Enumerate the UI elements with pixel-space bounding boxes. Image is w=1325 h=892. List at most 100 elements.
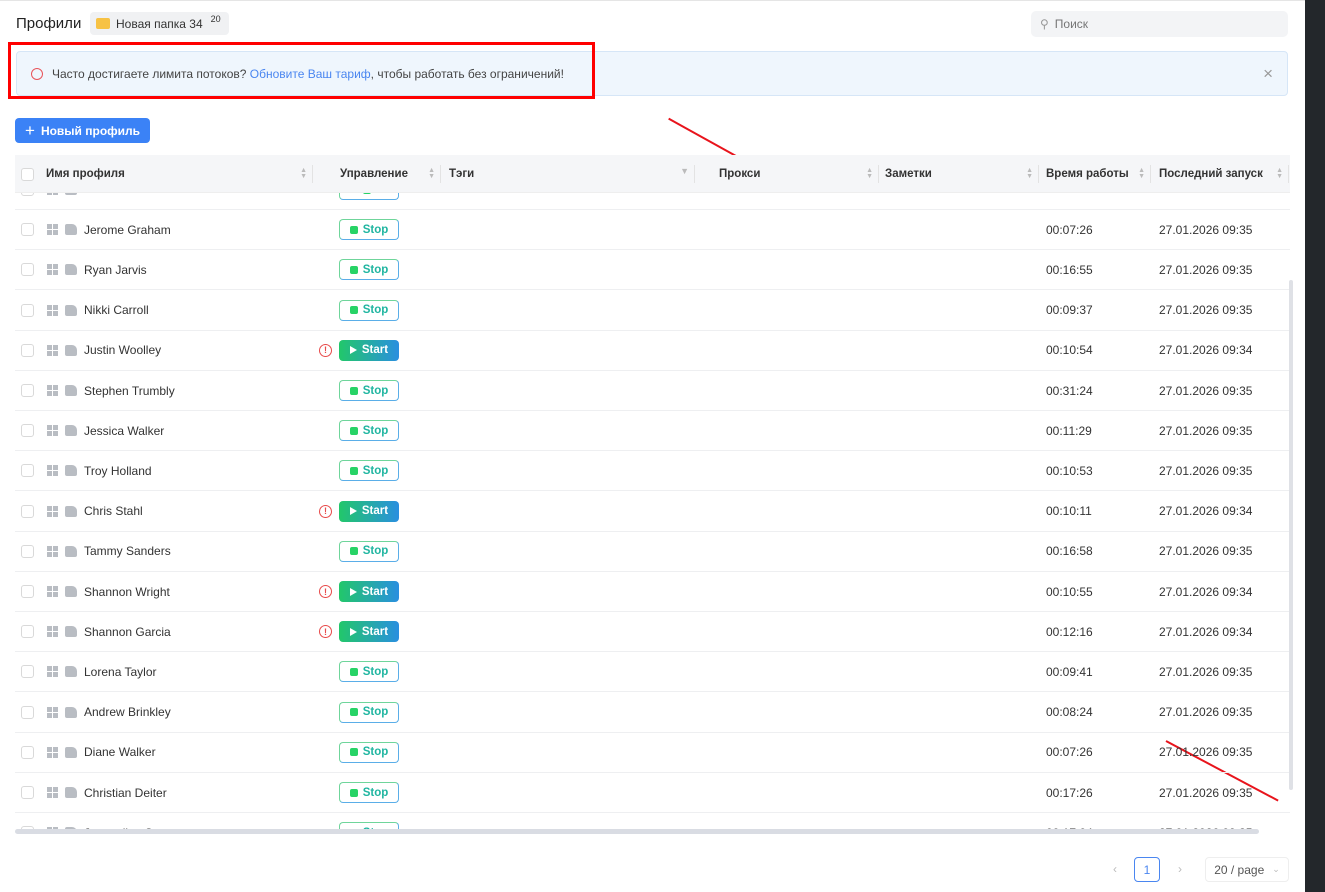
row-checkbox[interactable]	[21, 705, 34, 719]
column-proxy[interactable]: Прокси ▲ ▼	[695, 155, 879, 193]
table-row[interactable]: Jacqueline Scot Stop 00:17:04 27.01.2026…	[15, 813, 1290, 830]
grid-icon[interactable]	[47, 505, 58, 517]
profile-name[interactable]: Shannon Wright	[84, 585, 170, 599]
profile-name[interactable]: Tammy Sanders	[84, 544, 171, 558]
row-checkbox[interactable]	[21, 786, 34, 799]
table-row[interactable]: Andrew Brinkley Stop 00:08:24 27.01.2026…	[15, 693, 1290, 733]
page-1-button[interactable]: 1	[1134, 857, 1160, 882]
table-row[interactable]: Jerome Graham Stop 00:07:26 27.01.2026 0…	[15, 210, 1290, 251]
stop-button[interactable]: Stop	[339, 701, 399, 723]
column-name[interactable]: Имя профиля ▲ ▼	[40, 155, 313, 193]
row-checkbox[interactable]	[21, 745, 34, 759]
column-uptime[interactable]: Время работы ▲ ▼	[1039, 155, 1151, 193]
profile-name[interactable]: Nikki Carroll	[84, 303, 149, 317]
stop-button[interactable]: Stop	[339, 460, 399, 482]
stop-button[interactable]: Stop	[339, 219, 399, 241]
row-checkbox[interactable]	[21, 303, 34, 317]
row-checkbox[interactable]	[21, 343, 34, 357]
grid-icon[interactable]	[47, 666, 58, 678]
grid-icon[interactable]	[47, 626, 58, 638]
horizontal-scrollbar[interactable]	[15, 829, 1259, 834]
stop-button[interactable]: Stop	[339, 420, 399, 442]
table-row[interactable]: Justin Woolley ! Start 00:10:54 27.01.20…	[15, 331, 1290, 371]
profile-name[interactable]: Lorena Taylor	[84, 665, 157, 679]
grid-icon[interactable]	[47, 586, 58, 597]
search-input[interactable]	[1054, 17, 1255, 31]
grid-icon[interactable]	[47, 425, 58, 437]
profile-name[interactable]: Diane Walker	[84, 745, 156, 759]
prev-page-button[interactable]: ‹	[1105, 857, 1125, 881]
grid-icon[interactable]	[47, 746, 58, 758]
play-icon	[349, 627, 357, 636]
profile-name[interactable]: Jerome Graham	[84, 223, 171, 237]
start-button[interactable]: Start	[339, 581, 399, 602]
profile-name[interactable]: Andrew Brinkley	[84, 705, 171, 719]
grid-icon[interactable]	[47, 545, 58, 557]
stop-button[interactable]: Stop	[339, 782, 399, 803]
row-checkbox[interactable]	[21, 223, 34, 237]
extension-icon	[65, 586, 77, 597]
grid-icon[interactable]	[47, 304, 58, 316]
row-checkbox[interactable]	[21, 464, 34, 478]
row-checkbox[interactable]	[21, 544, 34, 558]
search-box[interactable]: ⚲	[1031, 11, 1288, 37]
stop-button[interactable]: Stop	[339, 661, 399, 683]
row-checkbox[interactable]	[21, 585, 34, 598]
row-checkbox[interactable]	[21, 665, 34, 679]
grid-icon[interactable]	[47, 224, 58, 236]
start-button[interactable]: Start	[339, 339, 399, 361]
select-all-checkbox[interactable]	[21, 155, 41, 193]
new-profile-button[interactable]: + Новый профиль	[15, 118, 151, 143]
table-row[interactable]: Troy Holland Stop 00:10:53 27.01.2026 09…	[15, 451, 1290, 492]
next-page-button[interactable]: ›	[1170, 857, 1190, 881]
table-row[interactable]: Nikki Carroll Stop 00:09:37 27.01.2026 0…	[15, 291, 1290, 331]
grid-icon[interactable]	[47, 264, 58, 276]
row-checkbox[interactable]	[21, 424, 34, 438]
table-row[interactable]: Christian Deiter Stop 00:17:26 27.01.202…	[15, 773, 1290, 813]
table-row[interactable]: Diane Walker Stop 00:07:26 27.01.2026 09…	[15, 733, 1290, 773]
start-button[interactable]: Start	[339, 500, 399, 522]
folder-badge[interactable]: Новая папка 34 20	[90, 12, 229, 35]
stop-button[interactable]: Stop	[339, 259, 399, 281]
stop-button[interactable]: Stop	[339, 380, 399, 401]
grid-icon[interactable]	[47, 465, 58, 477]
table-row[interactable]: Lorena Taylor Stop 00:09:41 27.01.2026 0…	[15, 652, 1290, 693]
column-notes[interactable]: Заметки ▲ ▼	[879, 155, 1039, 193]
stop-button[interactable]: Stop	[339, 540, 399, 562]
profile-name[interactable]: Ryan Jarvis	[84, 263, 147, 277]
table-row[interactable]: Chris Stahl ! Start 00:10:11 27.01.2026 …	[15, 492, 1290, 532]
last-launch: 27.01.2026 09:35	[1159, 664, 1253, 679]
grid-icon[interactable]	[47, 787, 58, 798]
stop-button[interactable]: Stop	[339, 741, 399, 763]
vertical-scrollbar[interactable]	[1289, 280, 1293, 790]
grid-icon[interactable]	[47, 706, 58, 718]
table-row[interactable]: Tammy Sanders Stop 00:16:58 27.01.2026 0…	[15, 532, 1290, 572]
table-row[interactable]: Ryan Jarvis Stop 00:16:55 27.01.2026 09:…	[15, 250, 1290, 291]
close-icon[interactable]: ×	[1263, 64, 1273, 84]
stop-button[interactable]: Stop	[339, 299, 399, 321]
last-launch: 27.01.2026 09:35	[1159, 705, 1253, 720]
profile-name[interactable]: Shannon Garcia	[84, 625, 171, 639]
profile-name[interactable]: Jessica Walker	[84, 424, 164, 438]
profile-name[interactable]: Stephen Trumbly	[84, 384, 175, 398]
column-last-launch[interactable]: Последний запуск ▲ ▼	[1151, 155, 1289, 193]
column-control[interactable]: Управление ▲ ▼	[313, 155, 441, 193]
grid-icon[interactable]	[47, 385, 58, 396]
start-button[interactable]: Start	[339, 621, 399, 643]
page-size-select[interactable]: 20 / page ⌄	[1205, 857, 1289, 882]
table-row[interactable]: Stephen Trumbly Stop 00:31:24 27.01.2026…	[15, 371, 1290, 411]
row-checkbox[interactable]	[21, 504, 34, 518]
profile-name[interactable]: Chris Stahl	[84, 504, 143, 518]
column-tags[interactable]: Тэги ▼	[441, 155, 695, 193]
profile-name[interactable]: Christian Deiter	[84, 786, 167, 800]
row-checkbox[interactable]	[21, 263, 34, 277]
uptime: 00:12:16	[1046, 624, 1093, 639]
table-row[interactable]: Jessica Walker Stop 00:11:29 27.01.2026 …	[15, 411, 1290, 452]
row-checkbox[interactable]	[21, 384, 34, 397]
row-checkbox[interactable]	[21, 625, 34, 639]
table-row[interactable]: Shannon Wright ! Start 00:10:55 27.01.20…	[15, 572, 1290, 612]
profile-name[interactable]: Troy Holland	[84, 464, 152, 478]
grid-icon[interactable]	[47, 344, 58, 356]
table-row[interactable]: Shannon Garcia ! Start 00:12:16 27.01.20…	[15, 612, 1290, 653]
profile-name[interactable]: Justin Woolley	[84, 343, 161, 357]
